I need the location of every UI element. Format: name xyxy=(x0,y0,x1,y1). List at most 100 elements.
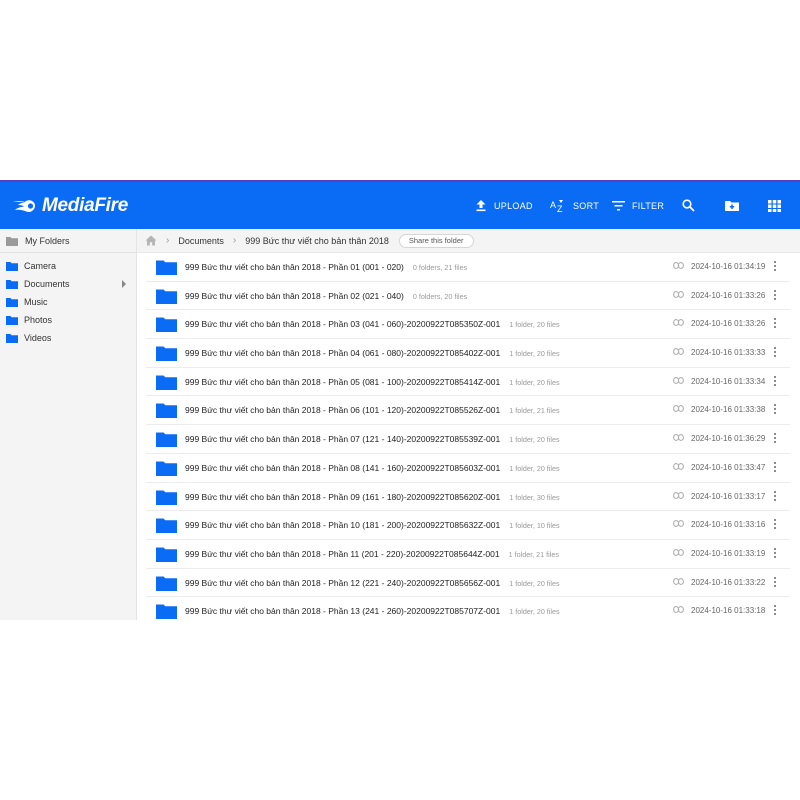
more-options-icon[interactable] xyxy=(772,347,778,359)
folder-row[interactable]: 999 Bức thư viết cho bản thân 2018 - Phầ… xyxy=(146,454,790,483)
more-options-icon[interactable] xyxy=(772,404,778,416)
filter-icon xyxy=(612,201,625,211)
folder-name[interactable]: 999 Bức thư viết cho bản thân 2018 - Phầ… xyxy=(185,262,467,272)
search-button[interactable] xyxy=(682,199,695,212)
folder-name-text: 999 Bức thư viết cho bản thân 2018 - Phầ… xyxy=(185,405,501,416)
folder-name[interactable]: 999 Bức thư viết cho bản thân 2018 - Phầ… xyxy=(185,319,560,329)
more-options-icon[interactable] xyxy=(772,433,778,445)
grid-view-button[interactable] xyxy=(768,199,781,212)
sidebar-item-music[interactable]: Music xyxy=(0,293,136,311)
link-icon[interactable] xyxy=(673,319,684,327)
breadcrumb-documents[interactable]: Documents xyxy=(178,236,224,246)
folder-name[interactable]: 999 Bức thư viết cho bản thân 2018 - Phầ… xyxy=(185,463,560,473)
folder-name[interactable]: 999 Bức thư viết cho bản thân 2018 - Phầ… xyxy=(185,291,467,301)
folder-name[interactable]: 999 Bức thư viết cho bản thân 2018 - Phầ… xyxy=(185,606,560,616)
home-icon[interactable] xyxy=(145,235,157,246)
link-icon[interactable] xyxy=(673,405,684,413)
mediafire-flame-icon xyxy=(13,199,35,212)
folder-icon xyxy=(6,334,18,343)
folder-meta: 1 folder, 21 files xyxy=(509,406,560,416)
folder-name[interactable]: 999 Bức thư viết cho bản thân 2018 - Phầ… xyxy=(185,492,560,502)
folder-row[interactable]: 999 Bức thư viết cho bản thân 2018 - Phầ… xyxy=(146,253,790,282)
modified-date: 2024-10-16 01:33:22 xyxy=(691,577,766,587)
folder-name[interactable]: 999 Bức thư viết cho bản thân 2018 - Phầ… xyxy=(185,549,559,559)
search-icon xyxy=(682,199,695,212)
folder-icon xyxy=(156,432,177,448)
more-options-icon[interactable] xyxy=(772,519,778,531)
folder-row[interactable]: 999 Bức thư viết cho bản thân 2018 - Phầ… xyxy=(146,597,790,620)
filter-button[interactable]: FILTER xyxy=(612,200,664,211)
modified-date: 2024-10-16 01:33:26 xyxy=(691,319,766,329)
link-icon[interactable] xyxy=(673,290,684,298)
link-icon[interactable] xyxy=(673,376,684,384)
folder-icon xyxy=(6,262,18,271)
link-icon[interactable] xyxy=(673,348,684,356)
more-options-icon[interactable] xyxy=(772,547,778,560)
more-options-icon[interactable] xyxy=(772,289,778,302)
chevron-right-icon: › xyxy=(166,235,170,246)
folder-icon xyxy=(156,576,177,591)
upload-icon xyxy=(476,200,486,212)
more-options-icon[interactable] xyxy=(772,576,778,589)
folder-icon xyxy=(156,403,177,419)
sort-button[interactable]: A Z SORT xyxy=(550,199,599,213)
folder-row[interactable]: 999 Bức thư viết cho bản thân 2018 - Phầ… xyxy=(146,425,790,454)
folder-icon xyxy=(6,298,18,307)
modified-date: 2024-10-16 01:33:47 xyxy=(691,462,766,472)
folder-row[interactable]: 999 Bức thư viết cho bản thân 2018 - Phầ… xyxy=(146,511,790,540)
more-options-icon[interactable] xyxy=(772,261,778,273)
more-options-icon[interactable] xyxy=(772,490,778,503)
folder-name[interactable]: 999 Bức thư viết cho bản thân 2018 - Phầ… xyxy=(185,348,560,358)
folder-row[interactable]: 999 Bức thư viết cho bản thân 2018 - Phầ… xyxy=(146,339,790,368)
folder-row[interactable]: 999 Bức thư viết cho bản thân 2018 - Phầ… xyxy=(146,540,790,569)
modified-date: 2024-10-16 01:33:33 xyxy=(691,348,766,358)
folder-row[interactable]: 999 Bức thư viết cho bản thân 2018 - Phầ… xyxy=(146,310,790,340)
folder-name-text: 999 Bức thư viết cho bản thân 2018 - Phầ… xyxy=(185,577,501,588)
folder-row[interactable]: 999 Bức thư viết cho bản thân 2018 - Phầ… xyxy=(146,396,790,426)
folder-meta: 1 folder, 20 files xyxy=(509,607,560,617)
folder-name[interactable]: 999 Bức thư viết cho bản thân 2018 - Phầ… xyxy=(185,434,560,444)
sidebar-item-label: Photos xyxy=(24,315,53,325)
upload-label: UPLOAD xyxy=(494,200,533,211)
more-options-icon[interactable] xyxy=(772,318,778,330)
link-icon[interactable] xyxy=(673,548,684,556)
folder-name[interactable]: 999 Bức thư viết cho bản thân 2018 - Phầ… xyxy=(185,578,560,588)
link-icon[interactable] xyxy=(673,606,684,614)
sidebar-item-photos[interactable]: Photos xyxy=(0,311,136,329)
link-icon[interactable] xyxy=(673,520,684,528)
folder-name[interactable]: 999 Bức thư viết cho bản thân 2018 - Phầ… xyxy=(185,405,560,415)
folder-name-text: 999 Bức thư viết cho bản thân 2018 - Phầ… xyxy=(185,606,501,617)
breadcrumb-current-folder[interactable]: 999 Bức thư viết cho bản thân 2018 xyxy=(245,236,389,246)
share-folder-button[interactable]: Share this folder xyxy=(398,233,474,248)
more-options-icon[interactable] xyxy=(772,375,778,388)
sidebar-item-videos[interactable]: Videos xyxy=(0,329,136,347)
sort-label: SORT xyxy=(573,200,600,211)
folder-row[interactable]: 999 Bức thư viết cho bản thân 2018 - Phầ… xyxy=(146,368,790,397)
mediafire-logo[interactable]: MediaFire xyxy=(12,195,128,217)
folder-row[interactable]: 999 Bức thư viết cho bản thân 2018 - Phầ… xyxy=(146,282,790,311)
folder-name[interactable]: 999 Bức thư viết cho bản thân 2018 - Phầ… xyxy=(185,377,560,387)
folder-row[interactable]: 999 Bức thư viết cho bản thân 2018 - Phầ… xyxy=(146,483,790,512)
folder-name[interactable]: 999 Bức thư viết cho bản thân 2018 - Phầ… xyxy=(185,520,560,530)
link-icon[interactable] xyxy=(673,262,684,269)
folder-icon xyxy=(6,236,18,246)
link-icon[interactable] xyxy=(673,434,684,442)
folder-row[interactable]: 999 Bức thư viết cho bản thân 2018 - Phầ… xyxy=(146,569,790,598)
expand-arrow-icon[interactable] xyxy=(122,280,126,288)
sidebar-item-documents[interactable]: Documents xyxy=(0,275,136,293)
brand-name: MediaFire xyxy=(42,194,128,216)
modified-date: 2024-10-16 01:33:26 xyxy=(691,290,766,300)
modified-date: 2024-10-16 01:33:18 xyxy=(691,606,766,616)
link-icon[interactable] xyxy=(673,491,684,499)
sidebar-item-camera[interactable]: Camera xyxy=(0,257,136,275)
sidebar-header-my-folders[interactable]: My Folders xyxy=(0,229,136,253)
upload-button[interactable]: UPLOAD xyxy=(475,199,533,212)
link-icon[interactable] xyxy=(673,577,684,585)
new-folder-icon xyxy=(725,201,739,211)
new-folder-button[interactable] xyxy=(724,199,740,212)
folder-icon xyxy=(6,316,18,325)
more-options-icon[interactable] xyxy=(772,605,778,617)
folder-name-text: 999 Bức thư viết cho bản thân 2018 - Phầ… xyxy=(185,548,500,559)
more-options-icon[interactable] xyxy=(772,461,778,474)
link-icon[interactable] xyxy=(673,462,684,470)
